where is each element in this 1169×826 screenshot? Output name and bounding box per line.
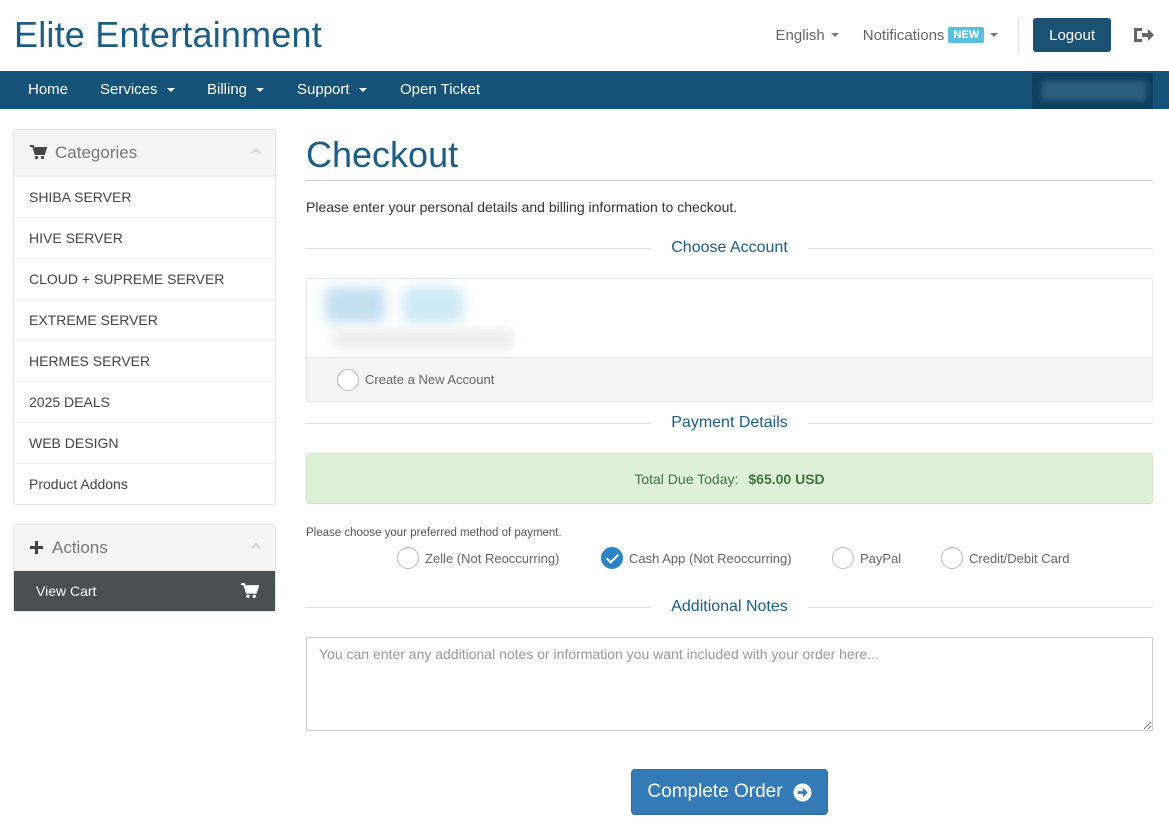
category-2025-deals[interactable]: 2025 DEALS [14, 381, 275, 422]
payment-option-zelle[interactable]: Zelle (Not Reoccurring) [397, 547, 559, 569]
nav-services-label: Services [100, 81, 158, 98]
nav-support-label: Support [297, 81, 350, 98]
category-shiba-server[interactable]: SHIBA SERVER [14, 176, 275, 217]
create-new-account-option[interactable]: Create a New Account [307, 357, 1152, 401]
category-hermes-server[interactable]: HERMES SERVER [14, 340, 275, 381]
payment-option-cash-app[interactable]: Cash App (Not Reoccurring) [601, 547, 792, 569]
nav-home-label: Home [28, 81, 69, 98]
actions-title: Actions [52, 537, 108, 557]
payment-details-label: Payment Details [671, 414, 788, 431]
category-hive-server[interactable]: HIVE SERVER [14, 217, 275, 258]
checkout-main: Checkout Please enter your personal deta… [306, 130, 1153, 815]
nav-home[interactable]: Home [28, 71, 68, 109]
language-label: English [775, 26, 825, 44]
chevron-up-icon[interactable] [251, 541, 261, 551]
site-brand[interactable]: Elite Entertainment [14, 14, 322, 56]
payment-option-label: Cash App (Not Reoccurring) [629, 550, 792, 566]
site-header: Elite Entertainment English Notification… [0, 0, 1169, 71]
order-notes-textarea[interactable] [306, 637, 1153, 731]
categories-panel: Categories SHIBA SERVER HIVE SERVER CLOU… [13, 129, 276, 505]
nav-open-ticket-label: Open Ticket [400, 81, 481, 98]
caret-down-icon [256, 88, 265, 92]
create-account-label: Create a New Account [365, 372, 495, 387]
payment-radio[interactable] [397, 547, 419, 569]
new-badge: NEW [948, 27, 985, 43]
payment-radio[interactable] [941, 547, 963, 569]
top-links: English Notifications NEW Logout [776, 18, 1169, 52]
nav-services[interactable]: Services [100, 71, 175, 109]
nav-billing-label: Billing [207, 81, 248, 98]
language-dropdown[interactable]: English [776, 27, 839, 44]
payment-details-heading: Payment Details [306, 411, 1153, 435]
logout-button[interactable]: Logout [1033, 18, 1111, 52]
category-extreme-server[interactable]: EXTREME SERVER [14, 299, 275, 340]
shopping-cart-icon [241, 583, 259, 598]
actions-panel: Actions View Cart [13, 524, 276, 612]
payment-option-paypal[interactable]: PayPal [832, 547, 901, 569]
additional-notes-label: Additional Notes [671, 598, 788, 615]
nav-billing[interactable]: Billing [207, 71, 265, 109]
nav-open-ticket[interactable]: Open Ticket [400, 71, 480, 109]
header-divider [1018, 18, 1020, 52]
page-title: Checkout [306, 130, 1153, 181]
view-cart-link[interactable]: View Cart [14, 571, 275, 611]
caret-down-icon [830, 33, 839, 37]
caret-down-icon [166, 88, 175, 92]
chevron-up-icon[interactable] [251, 146, 261, 156]
create-account-radio[interactable] [337, 368, 359, 391]
total-due-box: Total Due Today: $65.00 USD [306, 453, 1153, 504]
nav-support[interactable]: Support [297, 71, 367, 109]
payment-option-label: PayPal [860, 550, 902, 566]
payment-radio-checked[interactable] [601, 547, 623, 569]
payment-option-card[interactable]: Credit/Debit Card [941, 547, 1069, 569]
payment-prompt: Please choose your preferred method of p… [306, 527, 562, 539]
nav-account-redacted[interactable] [1032, 73, 1153, 109]
account-selection-box: Create a New Account [306, 278, 1153, 402]
checkout-intro: Please enter your personal details and b… [306, 199, 738, 215]
choose-account-label: Choose Account [671, 239, 788, 256]
total-due-label: Total Due Today: [634, 470, 739, 487]
shopping-cart-icon [30, 145, 47, 160]
arrow-circle-right-icon [793, 782, 812, 802]
choose-account-heading: Choose Account [306, 236, 1153, 260]
category-product-addons[interactable]: Product Addons [14, 463, 275, 504]
category-web-design[interactable]: WEB DESIGN [14, 422, 275, 463]
payment-option-label: Credit/Debit Card [969, 550, 1070, 566]
notifications-dropdown[interactable]: Notifications NEW [862, 26, 999, 44]
payment-radio[interactable] [832, 547, 854, 569]
additional-notes-heading: Additional Notes [306, 595, 1153, 619]
notifications-label: Notifications [862, 26, 945, 44]
main-nav: Home Services Billing Support Open Ticke… [0, 71, 1169, 109]
caret-down-icon [358, 88, 367, 92]
complete-order-button[interactable]: Complete Order [631, 769, 828, 815]
sign-out-icon[interactable] [1131, 23, 1155, 47]
caret-down-icon [990, 33, 999, 37]
actions-panel-header[interactable]: Actions [14, 525, 275, 571]
existing-account-redacted[interactable] [323, 285, 523, 355]
payment-methods: Zelle (Not Reoccurring) Cash App (Not Re… [306, 547, 1153, 571]
total-due-value: $65.00 USD [748, 470, 825, 487]
complete-order-label: Complete Order [647, 781, 783, 802]
categories-title: Categories [55, 142, 138, 162]
categories-panel-header[interactable]: Categories [14, 130, 275, 176]
plus-icon [30, 541, 43, 554]
view-cart-label: View Cart [36, 583, 97, 599]
payment-option-label: Zelle (Not Reoccurring) [425, 550, 560, 566]
category-cloud-supreme-server[interactable]: CLOUD + SUPREME SERVER [14, 258, 275, 299]
